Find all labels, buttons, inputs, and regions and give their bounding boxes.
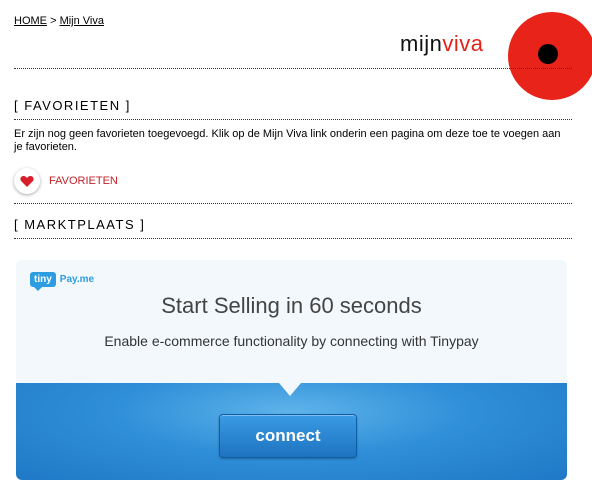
- poppy-center-icon: [538, 44, 558, 64]
- brand-prefix: mijn: [400, 31, 443, 56]
- tinypay-logo: tiny Pay.me: [30, 272, 95, 291]
- breadcrumb-current-link[interactable]: Mijn Viva: [60, 15, 104, 27]
- breadcrumb-separator: >: [50, 15, 57, 27]
- breadcrumb: HOME > Mijn Viva: [14, 15, 104, 27]
- tinypay-title: Start Selling in 60 seconds: [161, 293, 422, 318]
- heart-icon: [14, 168, 40, 194]
- notch-arrow-icon: [279, 383, 301, 396]
- breadcrumb-home-link[interactable]: HOME: [14, 15, 47, 27]
- tinypay-card-header: [16, 260, 567, 383]
- connect-button[interactable]: connect: [219, 414, 357, 458]
- tinypay-card: tiny Pay.me Start Selling in 60 seconds …: [16, 260, 567, 480]
- divider: [14, 119, 572, 120]
- divider: [14, 238, 572, 239]
- favorieten-heading: [ FAVORIETEN ]: [14, 98, 131, 113]
- mijnviva-logo: mijnviva: [400, 31, 483, 57]
- favorieten-button-label: FAVORIETEN: [49, 175, 118, 187]
- favorieten-button[interactable]: FAVORIETEN: [14, 168, 118, 194]
- tinypay-logo-tiny: tiny: [30, 272, 56, 291]
- divider: [14, 203, 572, 204]
- brand-suffix: viva: [442, 31, 484, 56]
- marktplaats-heading: [ MARKTPLAATS ]: [14, 217, 146, 232]
- favorieten-message: Er zijn nog geen favorieten toegevoegd. …: [14, 128, 561, 153]
- tinypay-subtitle: Enable e-commerce functionality by conne…: [104, 333, 479, 349]
- tinypay-logo-pay: Pay.me: [59, 274, 95, 285]
- divider: [14, 68, 572, 69]
